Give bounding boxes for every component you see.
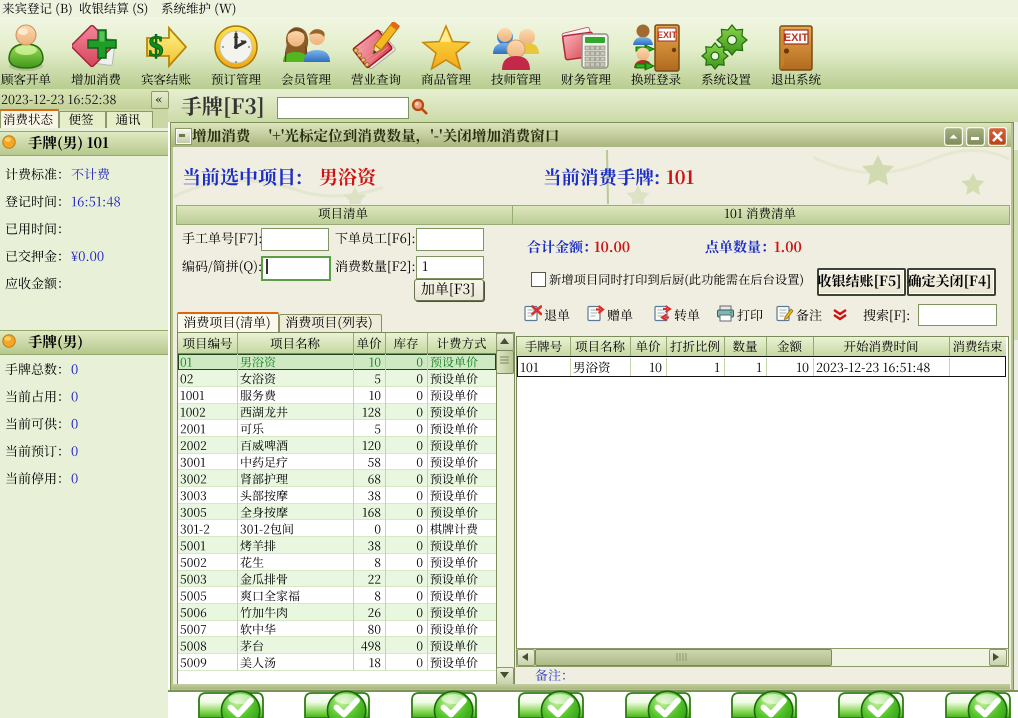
svg-text:$: $ <box>149 30 164 63</box>
svg-text:EXIT: EXIT <box>784 32 809 44</box>
svg-text:EXIT: EXIT <box>657 30 678 40</box>
